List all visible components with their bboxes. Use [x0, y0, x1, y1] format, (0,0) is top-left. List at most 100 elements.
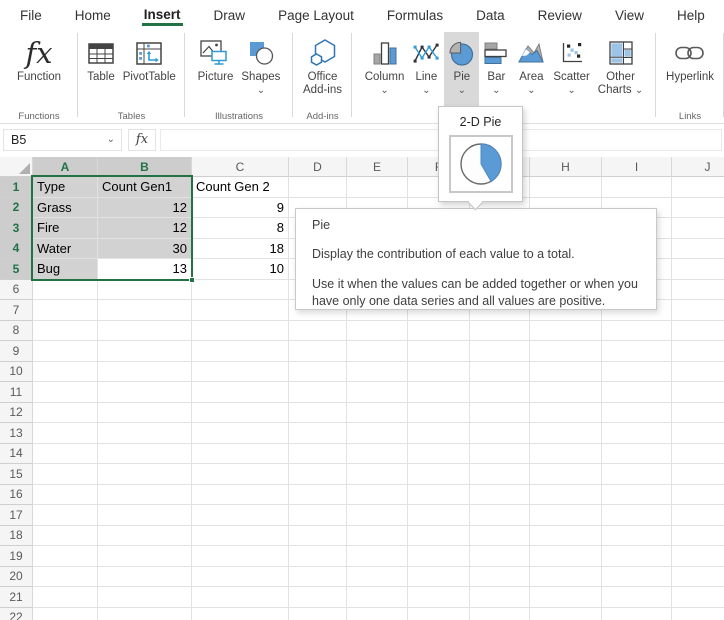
cell-D8[interactable] — [289, 321, 347, 342]
cell-C10[interactable] — [192, 362, 289, 383]
picture-button[interactable]: Picture — [194, 32, 238, 110]
cell-D19[interactable] — [289, 546, 347, 567]
cell-H22[interactable] — [530, 608, 602, 620]
cell-A13[interactable] — [33, 423, 98, 444]
row-header-10[interactable]: 10 — [0, 362, 33, 383]
function-button[interactable]: fx Function — [13, 32, 65, 110]
cell-E18[interactable] — [347, 526, 408, 547]
cell-G20[interactable] — [470, 567, 530, 588]
cell-E15[interactable] — [347, 464, 408, 485]
name-box[interactable]: B5 ⌄ — [3, 129, 122, 151]
cell-D17[interactable] — [289, 505, 347, 526]
cell-D14[interactable] — [289, 444, 347, 465]
cell-F16[interactable] — [408, 485, 470, 506]
column-header-C[interactable]: C — [192, 157, 289, 177]
cell-C15[interactable] — [192, 464, 289, 485]
select-all-corner[interactable] — [0, 157, 33, 177]
cell-D10[interactable] — [289, 362, 347, 383]
column-header-B[interactable]: B — [98, 157, 192, 177]
column-header-A[interactable]: A — [33, 157, 98, 177]
cell-C17[interactable] — [192, 505, 289, 526]
row-header-19[interactable]: 19 — [0, 546, 33, 567]
cell-J15[interactable] — [672, 464, 724, 485]
cell-F14[interactable] — [408, 444, 470, 465]
cell-G14[interactable] — [470, 444, 530, 465]
cell-H15[interactable] — [530, 464, 602, 485]
cell-F20[interactable] — [408, 567, 470, 588]
row-header-6[interactable]: 6 — [0, 280, 33, 301]
column-header-J[interactable]: J — [672, 157, 724, 177]
cell-A17[interactable] — [33, 505, 98, 526]
cell-F8[interactable] — [408, 321, 470, 342]
cell-J13[interactable] — [672, 423, 724, 444]
cell-D9[interactable] — [289, 341, 347, 362]
cell-E20[interactable] — [347, 567, 408, 588]
cell-F11[interactable] — [408, 382, 470, 403]
cell-D1[interactable] — [289, 177, 347, 198]
cell-H13[interactable] — [530, 423, 602, 444]
cell-B14[interactable] — [98, 444, 192, 465]
cell-F13[interactable] — [408, 423, 470, 444]
cell-J11[interactable] — [672, 382, 724, 403]
cell-H17[interactable] — [530, 505, 602, 526]
cell-A12[interactable] — [33, 403, 98, 424]
row-header-7[interactable]: 7 — [0, 300, 33, 321]
cell-E22[interactable] — [347, 608, 408, 620]
cell-A8[interactable] — [33, 321, 98, 342]
cell-F15[interactable] — [408, 464, 470, 485]
menu-insert[interactable]: Insert — [142, 2, 183, 26]
menu-review[interactable]: Review — [536, 3, 584, 26]
cell-F9[interactable] — [408, 341, 470, 362]
cell-J10[interactable] — [672, 362, 724, 383]
insert-function-button[interactable]: fx — [128, 129, 156, 151]
cell-D20[interactable] — [289, 567, 347, 588]
cell-B1[interactable]: Count Gen1 — [98, 177, 192, 198]
cell-J6[interactable] — [672, 280, 724, 301]
column-header-E[interactable]: E — [347, 157, 408, 177]
pie-chart-button[interactable]: Pie ⌄ — [444, 32, 479, 114]
cell-J3[interactable] — [672, 218, 724, 239]
cell-J8[interactable] — [672, 321, 724, 342]
cell-A9[interactable] — [33, 341, 98, 362]
cell-C14[interactable] — [192, 444, 289, 465]
cell-H14[interactable] — [530, 444, 602, 465]
cell-J2[interactable] — [672, 198, 724, 219]
cell-I11[interactable] — [602, 382, 672, 403]
cell-C8[interactable] — [192, 321, 289, 342]
column-chart-button[interactable]: Column ⌄ — [361, 32, 409, 110]
row-header-20[interactable]: 20 — [0, 567, 33, 588]
cell-A4[interactable]: Water — [33, 239, 98, 260]
cell-I21[interactable] — [602, 587, 672, 608]
cell-B18[interactable] — [98, 526, 192, 547]
cell-G19[interactable] — [470, 546, 530, 567]
menu-view[interactable]: View — [613, 3, 646, 26]
cell-H11[interactable] — [530, 382, 602, 403]
bar-chart-button[interactable]: Bar ⌄ — [479, 32, 513, 110]
cell-B4[interactable]: 30 — [98, 239, 192, 260]
cell-B10[interactable] — [98, 362, 192, 383]
cell-F12[interactable] — [408, 403, 470, 424]
cell-I18[interactable] — [602, 526, 672, 547]
cell-E12[interactable] — [347, 403, 408, 424]
row-header-15[interactable]: 15 — [0, 464, 33, 485]
cell-E13[interactable] — [347, 423, 408, 444]
cell-D12[interactable] — [289, 403, 347, 424]
cell-G21[interactable] — [470, 587, 530, 608]
cell-G11[interactable] — [470, 382, 530, 403]
cell-G15[interactable] — [470, 464, 530, 485]
menu-page-layout[interactable]: Page Layout — [276, 3, 356, 26]
cell-J16[interactable] — [672, 485, 724, 506]
area-chart-button[interactable]: Area ⌄ — [513, 32, 549, 110]
cell-E11[interactable] — [347, 382, 408, 403]
cell-J5[interactable] — [672, 259, 724, 280]
cell-J21[interactable] — [672, 587, 724, 608]
shapes-button[interactable]: Shapes ⌄ — [237, 32, 284, 110]
cell-D22[interactable] — [289, 608, 347, 620]
cell-I20[interactable] — [602, 567, 672, 588]
cell-D13[interactable] — [289, 423, 347, 444]
row-header-3[interactable]: 3 — [0, 218, 33, 239]
cell-B20[interactable] — [98, 567, 192, 588]
cell-I16[interactable] — [602, 485, 672, 506]
cell-A5[interactable]: Bug — [33, 259, 98, 280]
cell-B2[interactable]: 12 — [98, 198, 192, 219]
